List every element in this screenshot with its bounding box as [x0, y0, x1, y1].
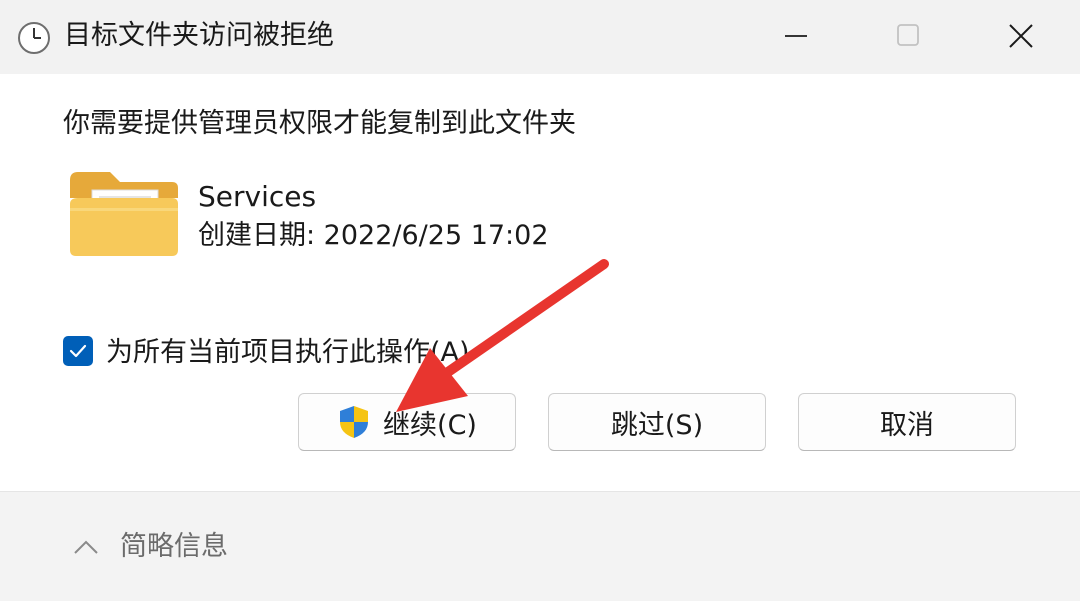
- minimize-button[interactable]: [742, 0, 854, 74]
- folder-name: Services: [198, 180, 317, 213]
- uac-shield-icon: [340, 406, 369, 438]
- maximize-button: [854, 0, 966, 74]
- apply-all-checkbox[interactable]: [63, 336, 93, 366]
- clock-icon: [18, 22, 50, 54]
- folder-icon: [70, 172, 178, 256]
- skip-button[interactable]: 跳过(S): [548, 393, 766, 451]
- folder-created-date: 创建日期: 2022/6/25 17:02: [198, 220, 549, 251]
- close-button[interactable]: [966, 0, 1078, 74]
- permission-message: 你需要提供管理员权限才能复制到此文件夹: [63, 108, 576, 139]
- checkmark-icon: [69, 344, 87, 358]
- cancel-label: 取消: [880, 409, 934, 441]
- close-icon: [1009, 24, 1033, 48]
- title-bar: 目标文件夹访问被拒绝: [0, 0, 1080, 74]
- skip-label: 跳过(S): [610, 409, 704, 441]
- cancel-button[interactable]: 取消: [798, 393, 1016, 451]
- chevron-up-icon[interactable]: [72, 537, 100, 557]
- minimize-icon: [785, 35, 807, 37]
- window-title: 目标文件夹访问被拒绝: [64, 20, 334, 51]
- maximize-icon: [897, 24, 919, 46]
- fewer-details-toggle[interactable]: 简略信息: [120, 527, 228, 567]
- apply-all-label[interactable]: 为所有当前项目执行此操作(A): [106, 333, 470, 373]
- continue-button[interactable]: 继续(C): [298, 393, 516, 451]
- continue-label: 继续(C): [383, 409, 477, 441]
